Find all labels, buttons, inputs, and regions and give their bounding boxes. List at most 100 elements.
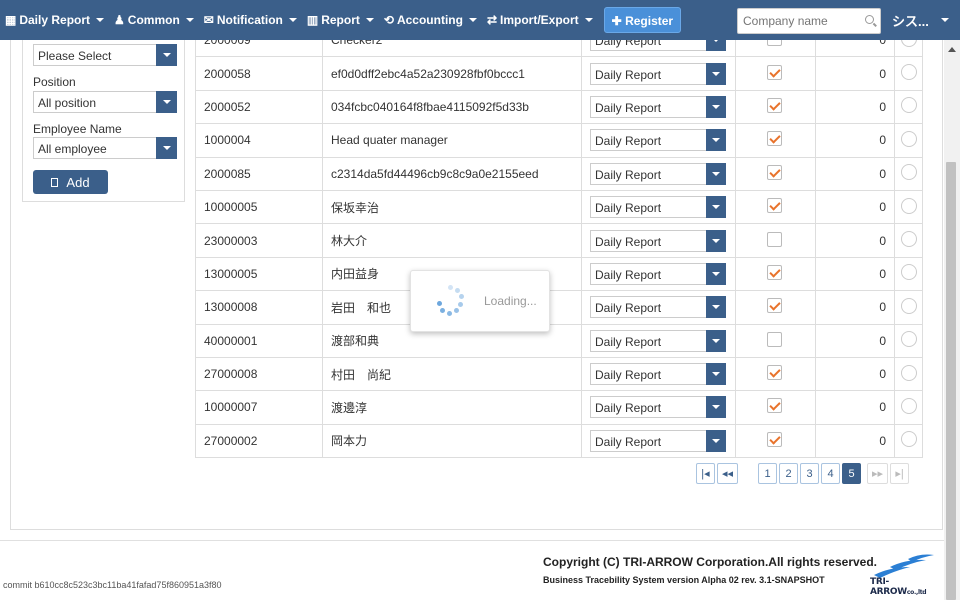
report-type-select[interactable]: Daily Report	[590, 196, 726, 219]
page-5-button[interactable]: 5	[842, 463, 861, 484]
nav-import-export[interactable]: ⇄ Import/Export	[482, 0, 598, 40]
report-type-select[interactable]: Daily Report	[590, 363, 726, 386]
count-cell: 0	[815, 356, 895, 392]
enabled-checkbox[interactable]	[767, 398, 782, 414]
nav-report[interactable]: ▥ Report	[302, 0, 379, 40]
add-button[interactable]: Add	[33, 170, 108, 194]
employee-name: 渡邊淳	[322, 390, 582, 425]
register-button[interactable]: ✚ Register	[603, 7, 682, 33]
first-filter-select[interactable]: Please Select	[33, 44, 177, 66]
nav-common-label: Common	[127, 13, 180, 27]
row-select-radio[interactable]	[900, 364, 917, 381]
enabled-checkbox[interactable]	[767, 431, 782, 447]
enabled-checkbox[interactable]	[767, 231, 782, 247]
scroll-up-arrow-icon[interactable]	[948, 47, 956, 52]
next-page-button[interactable]: ▸▸	[867, 463, 889, 484]
bar-chart-icon: ▥	[306, 13, 319, 27]
loading-text: Loading...	[484, 294, 537, 308]
enabled-checkbox[interactable]	[767, 198, 782, 214]
search-icon[interactable]	[865, 15, 874, 24]
employee-name: 保坂幸治	[322, 189, 582, 225]
next-page-icon: ▸▸	[872, 468, 884, 480]
last-page-button[interactable]: ▸|	[890, 463, 910, 484]
enabled-checkbox[interactable]	[767, 365, 782, 381]
report-type-cell: Daily Report	[581, 56, 736, 91]
report-type-select[interactable]: Daily Report	[590, 329, 726, 352]
employee-code: 27000002	[195, 423, 323, 459]
employee-code: 40000001	[195, 323, 323, 358]
table-row: 2000058 ef0d0dff2ebc4a52a230928fbf0bccc1 D…	[195, 56, 923, 91]
page-4-button[interactable]: 4	[821, 463, 840, 484]
page-1-button[interactable]: 1	[758, 463, 777, 484]
enabled-checkbox[interactable]	[767, 131, 782, 147]
row-select-radio[interactable]	[900, 397, 917, 414]
report-type-select[interactable]: Daily Report	[590, 296, 726, 319]
report-type-select[interactable]: Daily Report	[590, 229, 726, 252]
logo-text: TRI-ARROWco.,ltd	[870, 577, 927, 597]
enabled-checkbox[interactable]	[767, 97, 782, 113]
table-row: 27000008 村田 尚紀 Daily Report 0	[195, 356, 923, 392]
employee-select[interactable]: All employee	[33, 137, 177, 159]
first-page-button[interactable]: |◂	[696, 463, 715, 484]
enabled-cell	[735, 56, 816, 91]
employee-code: 10000007	[195, 390, 323, 425]
prev-page-button[interactable]: ◂◂	[717, 463, 739, 484]
nav-accounting[interactable]: ⟲ Accounting	[379, 0, 482, 40]
row-select-radio[interactable]	[900, 331, 917, 348]
row-select-radio[interactable]	[900, 97, 917, 114]
nav-common[interactable]: ♟ Common	[109, 0, 199, 40]
page-2-button[interactable]: 2	[779, 463, 798, 484]
nav-daily-report[interactable]: ▦ Daily Report	[0, 0, 109, 40]
row-select-radio[interactable]	[900, 64, 917, 81]
employee-code: 2000085	[195, 156, 323, 191]
employee-code: 1000004	[195, 123, 323, 158]
enabled-checkbox[interactable]	[767, 331, 782, 347]
system-menu[interactable]: シス...	[892, 0, 949, 40]
enabled-cell	[735, 123, 816, 158]
row-select-radio[interactable]	[900, 431, 917, 448]
report-type-select[interactable]: Daily Report	[590, 396, 726, 419]
report-type-select[interactable]: Daily Report	[590, 162, 726, 185]
report-type-select[interactable]: Daily Report	[590, 129, 726, 152]
row-select-radio[interactable]	[900, 264, 917, 281]
chevron-down-icon	[156, 44, 177, 66]
row-select-radio[interactable]	[900, 130, 917, 147]
chevron-down-icon	[156, 91, 177, 113]
report-type-select[interactable]: Daily Report	[590, 62, 726, 85]
file-icon	[51, 177, 59, 187]
caret-down-icon	[468, 18, 477, 22]
row-select-radio[interactable]	[900, 164, 917, 181]
count-cell: 0	[815, 189, 895, 225]
row-select-radio[interactable]	[900, 197, 917, 214]
row-select-radio[interactable]	[900, 231, 917, 248]
position-select[interactable]: All position	[33, 91, 177, 113]
chevron-down-icon	[706, 329, 726, 352]
report-type-cell: Daily Report	[581, 390, 736, 425]
page-3-button[interactable]: 3	[800, 463, 819, 484]
employee-code: 27000008	[195, 356, 323, 392]
row-select-radio[interactable]	[900, 297, 917, 314]
table-row: 13000005 内田益身 Daily Report 0	[195, 256, 923, 292]
vertical-scrollbar[interactable]	[944, 40, 960, 600]
footer-divider	[0, 540, 944, 541]
enabled-checkbox[interactable]	[767, 64, 782, 80]
count-cell: 0	[815, 123, 895, 158]
report-type-value: Daily Report	[595, 167, 662, 182]
enabled-cell	[735, 356, 816, 392]
enabled-checkbox[interactable]	[767, 298, 782, 314]
report-type-value: Daily Report	[595, 334, 662, 349]
report-type-select[interactable]: Daily Report	[590, 95, 726, 118]
caret-down-icon	[940, 18, 949, 22]
report-type-select[interactable]: Daily Report	[590, 429, 726, 452]
enabled-checkbox[interactable]	[767, 264, 782, 280]
table-row: 2000085 c2314da5fd44496cb9c8c9a0e2155eed D…	[195, 156, 923, 191]
table-row: 23000003 林大介 Daily Report 0	[195, 223, 923, 258]
report-type-select[interactable]: Daily Report	[590, 262, 726, 285]
nav-notification[interactable]: ✉ Notification	[199, 0, 302, 40]
chevron-down-icon	[706, 363, 726, 386]
table-row: 10000007 渡邊淳 Daily Report 0	[195, 390, 923, 425]
company-search-input[interactable]	[738, 9, 856, 33]
enabled-checkbox[interactable]	[767, 164, 782, 180]
scrollbar-thumb[interactable]	[946, 162, 956, 600]
enabled-cell	[735, 89, 816, 125]
